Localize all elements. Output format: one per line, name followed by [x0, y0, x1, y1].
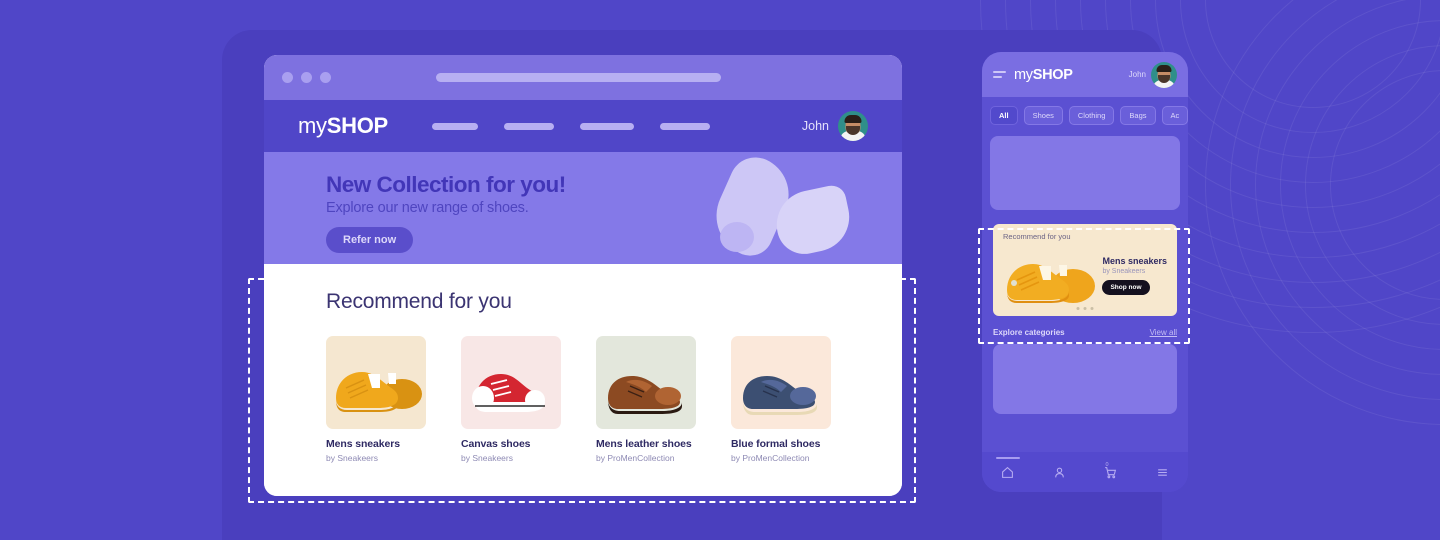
tab-home[interactable] [982, 456, 1034, 479]
hero-banner: New Collection for you! Explore our new … [264, 152, 902, 264]
site-navbar: mySHOP John [264, 100, 902, 152]
site-logo-bold: SHOP [326, 113, 388, 138]
phone-avatar[interactable] [1151, 61, 1177, 88]
person-icon [1054, 467, 1064, 477]
avatar[interactable] [838, 111, 868, 141]
category-chip-bags[interactable]: Bags [1120, 106, 1156, 125]
product-image[interactable] [461, 336, 561, 429]
product-name: Canvas shoes [461, 438, 531, 450]
url-bar[interactable] [436, 73, 721, 82]
product-card[interactable]: Blue formal shoes by ProMenCollection [731, 336, 831, 463]
nav-link-3[interactable] [579, 122, 634, 130]
phone-user-name: John [1128, 70, 1146, 79]
category-chip-list: All Shoes Clothing Bags Ac [982, 97, 1188, 125]
home-icon [1002, 466, 1014, 478]
explore-categories-title: Explore categories [993, 328, 1065, 337]
category-chip-ac[interactable]: Ac [1161, 106, 1188, 125]
active-tab-indicator [995, 456, 1020, 459]
phone-mockup: mySHOP John All Shoes Clothing Bags Ac Recom… [982, 52, 1188, 492]
nav-link-1[interactable] [431, 122, 478, 130]
category-chip-clothing[interactable]: Clothing [1068, 106, 1115, 125]
product-name: Blue formal shoes [731, 438, 821, 450]
product-brand: by Sneakeers [461, 453, 513, 463]
tab-cart[interactable]: 0 [1085, 462, 1137, 479]
recommend-section: Recommend for you Mens sneakers by Sneak… [264, 264, 902, 496]
product-name: Mens leather shoes [596, 438, 692, 450]
phone-recommend-info: Mens sneakers by Sneakeers Shop now [1102, 256, 1167, 295]
hero-title: New Collection for you! [326, 172, 566, 197]
phone-logo[interactable]: mySHOP [1014, 67, 1073, 83]
site-nav-links [431, 122, 710, 130]
browser-window: mySHOP John New Collection for you! Expl… [264, 55, 902, 496]
cart-badge: 0 [1105, 461, 1109, 468]
tab-profile[interactable] [1034, 466, 1086, 479]
product-card[interactable]: Canvas shoes by Sneakeers [461, 336, 561, 463]
nav-link-2[interactable] [503, 122, 554, 130]
phone-tabbar: 0 [982, 452, 1188, 492]
site-logo-light: my [298, 113, 327, 138]
product-image[interactable] [326, 336, 426, 429]
phone-recommend-name: Mens sneakers [1102, 256, 1167, 266]
phone-hero-banner [990, 136, 1180, 210]
carousel-dots[interactable] [1076, 307, 1094, 310]
category-chip-shoes[interactable]: Shoes [1023, 106, 1063, 125]
refer-now-button[interactable]: Refer now [326, 227, 414, 253]
nav-user[interactable]: John [802, 111, 868, 141]
maximize-dot-icon[interactable] [320, 72, 331, 83]
close-dot-icon[interactable] [282, 72, 293, 83]
phone-logo-light: my [1014, 66, 1033, 83]
product-image[interactable] [596, 336, 696, 429]
shop-now-button[interactable]: Shop now [1102, 280, 1150, 295]
product-image[interactable] [731, 336, 831, 429]
site-logo[interactable]: mySHOP [298, 113, 388, 139]
phone-logo-bold: SHOP [1032, 66, 1073, 83]
shoe-illustration [336, 372, 422, 412]
phone-recommend-card[interactable]: Recommend for you Mens sneakers by Sneak… [993, 224, 1177, 316]
browser-chrome [264, 55, 902, 100]
nav-user-name: John [801, 119, 829, 133]
product-name: Mens sneakers [326, 438, 400, 450]
tab-menu[interactable] [1137, 466, 1189, 479]
view-all-link[interactable]: View all [1150, 328, 1177, 337]
hero-subtitle: Explore our new range of shoes. [326, 200, 529, 216]
phone-user[interactable]: John [1128, 61, 1177, 88]
phone-recommend-label: Recommend for you [1003, 232, 1071, 241]
product-brand: by ProMenCollection [731, 453, 810, 463]
nav-link-4[interactable] [659, 122, 710, 130]
sneaker-illustration [1007, 264, 1095, 303]
explore-categories-box [993, 344, 1177, 414]
hero-shoe-illustration-3 [720, 222, 754, 252]
minimize-dot-icon[interactable] [301, 72, 312, 83]
product-card[interactable]: Mens leather shoes by ProMenCollection [596, 336, 696, 463]
shoe-illustration [608, 376, 682, 414]
hamburger-icon[interactable] [993, 71, 1006, 78]
product-brand: by Sneakeers [326, 453, 378, 463]
product-card[interactable]: Mens sneakers by Sneakeers [326, 336, 426, 463]
category-chip-all[interactable]: All [990, 106, 1018, 125]
phone-header: mySHOP John [982, 52, 1188, 97]
phone-recommend-brand: by Sneakeers [1102, 268, 1146, 275]
recommend-title: Recommend for you [326, 290, 512, 313]
shoe-illustration [472, 374, 545, 412]
product-brand: by ProMenCollection [596, 453, 675, 463]
menu-icon [1157, 468, 1167, 476]
shoe-illustration [743, 376, 817, 415]
product-card-list: Mens sneakers by Sneakeers Canvas shoes … [326, 336, 902, 463]
explore-categories-row: Explore categories View all [982, 316, 1188, 337]
